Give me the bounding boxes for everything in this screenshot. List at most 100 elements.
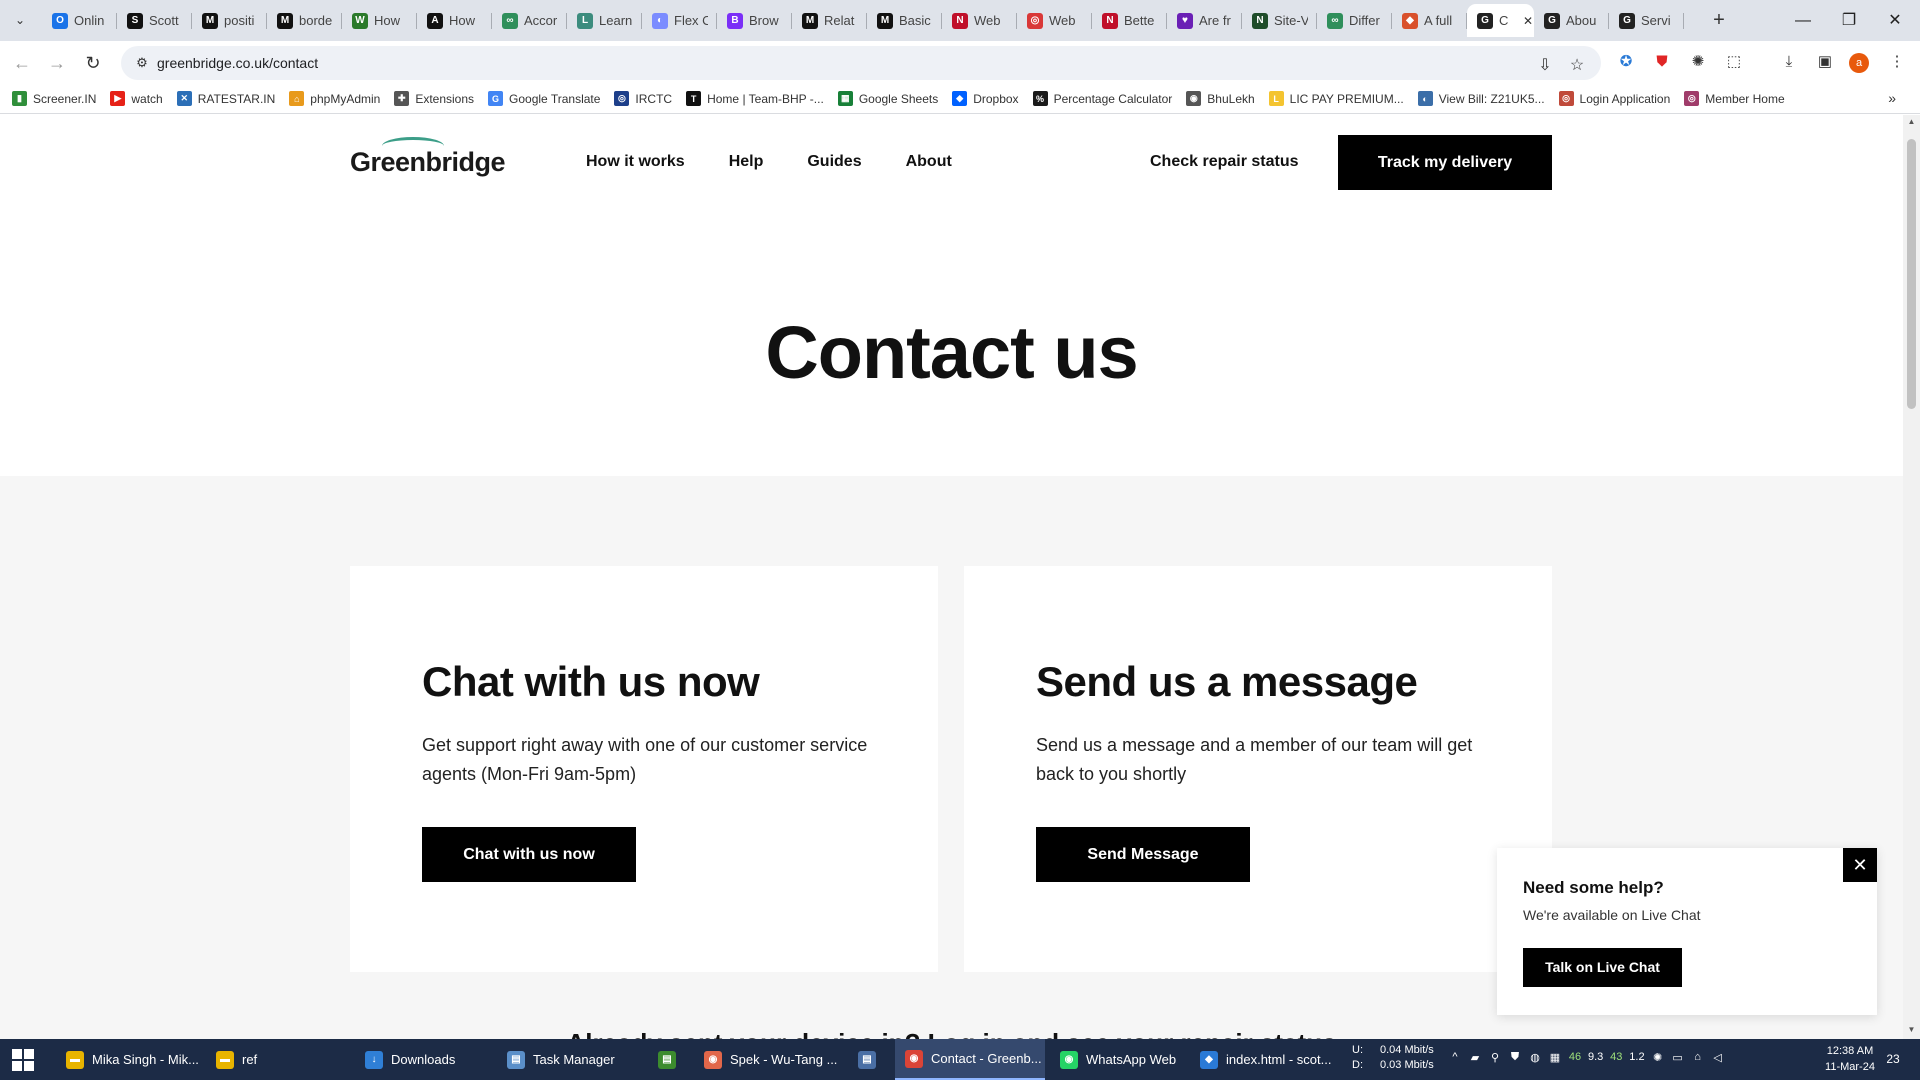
taskbar-item[interactable]: ↓ Downloads bbox=[355, 1039, 485, 1080]
downloads-icon[interactable]: ⤓ bbox=[1777, 50, 1801, 74]
bookmark-star-icon[interactable]: ☆ bbox=[1565, 54, 1589, 78]
tab[interactable]: A How bbox=[417, 4, 492, 37]
send-message-button[interactable]: Send Message bbox=[1036, 827, 1250, 882]
taskbar-item[interactable]: ◉ Spek - Wu-Tang ... bbox=[694, 1039, 844, 1080]
tab-close-icon[interactable]: ✕ bbox=[1523, 14, 1533, 28]
clock[interactable]: 12:38 AM 11-Mar-24 bbox=[1818, 1043, 1882, 1075]
extensions-puzzle-icon[interactable]: ⬚ bbox=[1722, 50, 1746, 74]
profile-avatar[interactable]: a bbox=[1849, 53, 1869, 73]
bookmark-item[interactable]: L LIC PAY PREMIUM... bbox=[1268, 91, 1404, 106]
bookmark-item[interactable]: T Home | Team-BHP -... bbox=[686, 91, 824, 106]
tab-active[interactable]: G C ✕ bbox=[1467, 4, 1534, 37]
tab[interactable]: ∞ Accor bbox=[492, 4, 567, 37]
tab[interactable]: N Site-V bbox=[1242, 4, 1317, 37]
taskbar-item[interactable]: ▤ bbox=[648, 1039, 688, 1080]
forward-icon[interactable]: → bbox=[43, 49, 71, 77]
chat-now-button[interactable]: Chat with us now bbox=[422, 827, 636, 882]
bookmark-item[interactable]: ✕ RATESTAR.IN bbox=[176, 91, 275, 106]
extension-icon[interactable]: ✺ bbox=[1686, 50, 1710, 74]
battery-icon[interactable]: ▭ bbox=[1671, 1051, 1685, 1064]
site-logo[interactable]: Greenbridge bbox=[350, 147, 506, 178]
side-panel-icon[interactable]: ▣ bbox=[1813, 50, 1837, 74]
taskbar-item[interactable]: ◉ WhatsApp Web bbox=[1050, 1039, 1185, 1080]
minimize-icon[interactable]: — bbox=[1780, 0, 1826, 41]
bookmark-item[interactable]: ▮ Screener.IN bbox=[12, 91, 96, 106]
bookmark-item[interactable]: ▦ Google Sheets bbox=[837, 91, 938, 106]
url-text[interactable]: greenbridge.co.uk/contact bbox=[157, 46, 318, 80]
check-repair-status-link[interactable]: Check repair status bbox=[1150, 153, 1299, 171]
tab[interactable]: ♥ Are fr bbox=[1167, 4, 1242, 37]
close-icon[interactable]: ✕ bbox=[1843, 848, 1877, 882]
tray-search-icon[interactable]: ⚲ bbox=[1488, 1051, 1502, 1064]
scroll-thumb[interactable] bbox=[1907, 139, 1916, 409]
tab[interactable]: ◎ Web bbox=[1017, 4, 1092, 37]
taskbar-item[interactable]: ▬ ref bbox=[206, 1039, 321, 1080]
menu-dots-icon[interactable]: ⋮ bbox=[1885, 50, 1909, 74]
tab[interactable]: M Basic bbox=[867, 4, 942, 37]
tray-overflow-icon[interactable]: ^ bbox=[1448, 1051, 1462, 1064]
notifications-icon[interactable]: 23 bbox=[1880, 1047, 1906, 1071]
shield-icon[interactable]: ⛊ bbox=[1650, 50, 1674, 74]
bookmark-item[interactable]: ◎ Member Home bbox=[1684, 91, 1785, 106]
nav-about[interactable]: About bbox=[906, 153, 952, 171]
tray-app-icon[interactable]: ✺ bbox=[1651, 1051, 1665, 1064]
nav-help[interactable]: Help bbox=[729, 153, 764, 171]
taskbar-item[interactable]: ▤ bbox=[848, 1039, 888, 1080]
windows-start-icon[interactable] bbox=[12, 1049, 34, 1071]
tab[interactable]: N Bette bbox=[1092, 4, 1167, 37]
tab[interactable]: N Web bbox=[942, 4, 1017, 37]
taskbar-item[interactable]: ▬ Mika Singh - Mik... bbox=[56, 1039, 206, 1080]
scroll-down-icon[interactable]: ▼ bbox=[1907, 1025, 1916, 1034]
tray-globe-icon[interactable]: ◍ bbox=[1528, 1051, 1542, 1064]
tab[interactable]: Mpositi bbox=[192, 4, 267, 37]
close-window-icon[interactable]: ✕ bbox=[1872, 0, 1918, 41]
page-scrollbar[interactable]: ▲ ▼ bbox=[1903, 115, 1920, 1039]
nav-how-it-works[interactable]: How it works bbox=[586, 153, 685, 171]
site-info-icon[interactable]: ⚙ bbox=[133, 54, 151, 72]
network-icon[interactable]: ⌂ bbox=[1691, 1051, 1705, 1064]
tab[interactable]: L Learn bbox=[567, 4, 642, 37]
tab[interactable]: G Abou bbox=[1534, 4, 1609, 37]
install-app-icon[interactable]: ⇩ bbox=[1533, 54, 1557, 78]
back-icon[interactable]: ← bbox=[8, 49, 36, 77]
track-delivery-button[interactable]: Track my delivery bbox=[1338, 135, 1552, 190]
bookmark-item[interactable]: % Percentage Calculator bbox=[1032, 91, 1172, 106]
nav-guides[interactable]: Guides bbox=[807, 153, 861, 171]
tray-calendar-icon[interactable]: ▦ bbox=[1548, 1051, 1562, 1064]
new-tab-button[interactable]: + bbox=[1705, 6, 1733, 34]
tab-search-icon[interactable]: ⌄ bbox=[8, 9, 32, 31]
bookmarks-overflow-icon[interactable]: » bbox=[1888, 90, 1896, 106]
scroll-up-icon[interactable]: ▲ bbox=[1907, 117, 1916, 126]
reload-icon[interactable]: ↻ bbox=[79, 49, 107, 77]
chat-card-text: Get support right away with one of our c… bbox=[422, 735, 868, 784]
bookmark-item[interactable]: G Google Translate bbox=[488, 91, 600, 106]
taskbar-item[interactable]: ◉ Contact - Greenb... bbox=[895, 1039, 1045, 1080]
address-bar[interactable]: ⚙ greenbridge.co.uk/contact ⇩ ☆ bbox=[121, 46, 1601, 80]
bookmark-item[interactable]: ◎ IRCTC bbox=[614, 91, 672, 106]
tray-shield-icon[interactable]: ⛊ bbox=[1508, 1051, 1522, 1064]
extension-icon[interactable]: ✪ bbox=[1614, 50, 1638, 74]
bookmark-item[interactable]: ◎ Login Application bbox=[1558, 91, 1670, 106]
tab[interactable]: W How bbox=[342, 4, 417, 37]
tab[interactable]: ◆ A full bbox=[1392, 4, 1467, 37]
tab[interactable]: O Onlin bbox=[42, 4, 117, 37]
bookmark-item[interactable]: ▶ watch bbox=[110, 91, 163, 106]
tab[interactable]: Mborde bbox=[267, 4, 342, 37]
tab[interactable]: M Relat bbox=[792, 4, 867, 37]
bookmark-item[interactable]: ◉ BhuLekh bbox=[1186, 91, 1255, 106]
live-chat-button[interactable]: Talk on Live Chat bbox=[1523, 948, 1682, 987]
taskbar-item[interactable]: ◆ index.html - scot... bbox=[1190, 1039, 1340, 1080]
tab[interactable]: ◐ Flex C bbox=[642, 4, 717, 37]
tab[interactable]: S Scott bbox=[117, 4, 192, 37]
bookmark-item[interactable]: ◆ Dropbox bbox=[952, 91, 1019, 106]
restore-icon[interactable]: ❐ bbox=[1826, 0, 1872, 41]
bookmark-item[interactable]: ✚ Extensions bbox=[394, 91, 474, 106]
tab[interactable]: ∞ Differ bbox=[1317, 4, 1392, 37]
tray-folder-icon[interactable]: ▰ bbox=[1468, 1051, 1482, 1064]
volume-icon[interactable]: ◁ bbox=[1711, 1051, 1725, 1064]
taskbar-item[interactable]: ▤ Task Manager bbox=[497, 1039, 642, 1080]
bookmark-item[interactable]: ⌂ phpMyAdmin bbox=[289, 91, 380, 106]
tab[interactable]: G Servi bbox=[1609, 4, 1684, 37]
bookmark-item[interactable]: ◐ View Bill: Z21UK5... bbox=[1417, 91, 1545, 106]
tab[interactable]: B Brow bbox=[717, 4, 792, 37]
